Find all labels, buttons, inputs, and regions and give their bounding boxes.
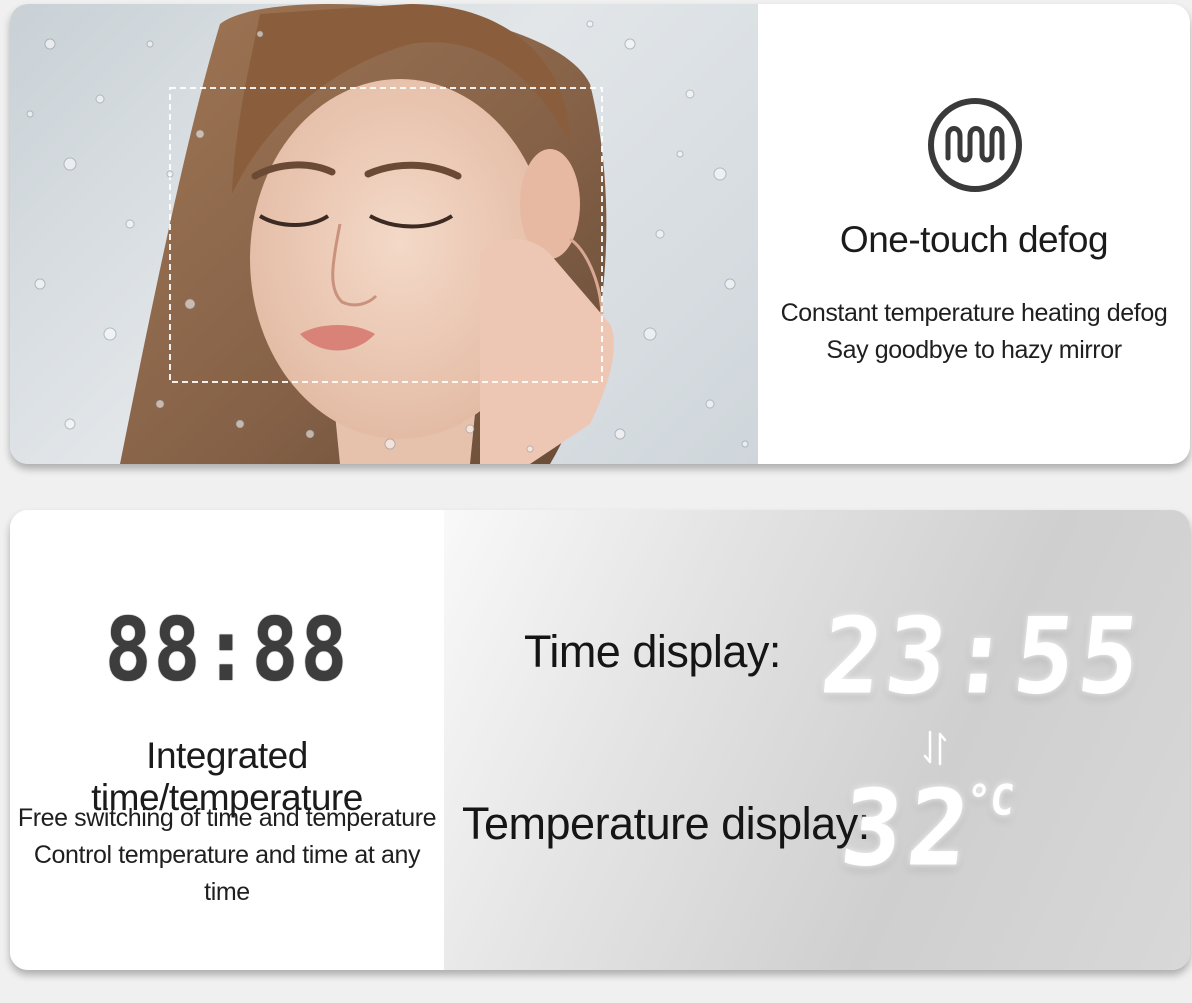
defog-description: Constant temperature heating defog Say g… bbox=[758, 295, 1190, 369]
defog-title: One-touch defog bbox=[839, 219, 1109, 260]
defog-feature-text: One-touch defog Constant temperature hea… bbox=[758, 4, 1190, 464]
time-temp-desc-line-2: Control temperature and time at any time bbox=[33, 841, 421, 906]
defog-desc-line-2: Say goodbye to hazy mirror bbox=[826, 336, 1122, 364]
foggy-mirror-photo bbox=[10, 4, 758, 464]
heating-coil-icon bbox=[928, 98, 1022, 192]
time-display-label: Time display: bbox=[524, 626, 781, 677]
temperature-display-label: Temperature display: bbox=[462, 798, 870, 849]
defog-feature-card: One-touch defog Constant temperature hea… bbox=[10, 4, 1190, 464]
led-temperature-readout: 32 bbox=[835, 767, 981, 890]
time-temp-desc-line-1: Free switching of time and temperature bbox=[17, 804, 437, 832]
swap-arrows-icon bbox=[923, 730, 947, 766]
seven-segment-clock-icon: 88:88 bbox=[104, 600, 350, 702]
time-temperature-description: Free switching of time and temperature C… bbox=[10, 800, 444, 911]
led-time-readout: 23:55 bbox=[815, 595, 1150, 718]
woman-face-illustration bbox=[26, 4, 749, 464]
led-temperature-unit: °C bbox=[963, 776, 1017, 826]
mirror-display-demo: Time display: 23:55 Temperature display:… bbox=[444, 510, 1190, 970]
time-temperature-feature-card: 88:88 Integrated time/temperature Free s… bbox=[10, 510, 1190, 970]
time-temperature-feature-text: 88:88 Integrated time/temperature Free s… bbox=[10, 510, 444, 970]
defog-desc-line-1: Constant temperature heating defog bbox=[780, 299, 1168, 327]
